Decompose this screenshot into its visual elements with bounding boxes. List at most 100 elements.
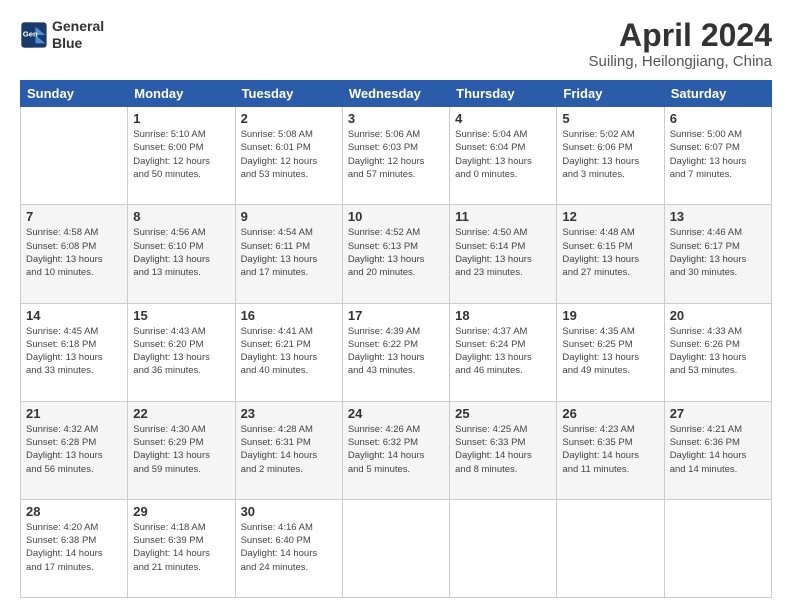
calendar-cell: 25 Sunrise: 4:25 AM Sunset: 6:33 PM Dayli… <box>450 401 557 499</box>
calendar-cell: 12Sunrise: 4:48 AM Sunset: 6:15 PM Dayli… <box>557 205 664 303</box>
day-info: Sunrise: 5:00 AM Sunset: 6:07 PM Dayligh… <box>670 128 766 181</box>
title-block: April 2024 Suiling, Heilongjiang, China <box>589 18 772 70</box>
calendar-cell: 10 Sunrise: 4:52 AM Sunset: 6:13 PM Dayli… <box>342 205 449 303</box>
day-number: 20 <box>670 308 766 323</box>
calendar-cell: 6 Sunrise: 5:00 AM Sunset: 6:07 PM Daylig… <box>664 107 771 205</box>
day-number: 30 <box>241 504 337 519</box>
calendar-day-header: Friday <box>557 81 664 107</box>
day-number: 5 <box>562 111 658 126</box>
day-info: Sunrise: 4:18 AM Sunset: 6:39 PM Dayligh… <box>133 521 229 574</box>
day-info: Sunrise: 4:20 AM Sunset: 6:38 PM Dayligh… <box>26 521 122 574</box>
calendar-cell <box>342 499 449 597</box>
day-info: Sunrise: 4:16 AM Sunset: 6:40 PM Dayligh… <box>241 521 337 574</box>
day-info: Sunrise: 4:30 AM Sunset: 6:29 PM Dayligh… <box>133 423 229 476</box>
calendar-cell: 27 Sunrise: 4:21 AM Sunset: 6:36 PM Dayli… <box>664 401 771 499</box>
day-number: 29 <box>133 504 229 519</box>
day-info: Sunrise: 4:56 AM Sunset: 6:10 PM Dayligh… <box>133 226 229 279</box>
day-info: Sunrise: 4:33 AM Sunset: 6:26 PM Dayligh… <box>670 325 766 378</box>
day-number: 19 <box>562 308 658 323</box>
day-number: 2 <box>241 111 337 126</box>
day-info: Sunrise: 4:32 AM Sunset: 6:28 PM Dayligh… <box>26 423 122 476</box>
logo-text: General Blue <box>52 18 104 52</box>
calendar-cell: 21 Sunrise: 4:32 AM Sunset: 6:28 PM Dayli… <box>21 401 128 499</box>
day-number: 27 <box>670 406 766 421</box>
day-number: 22 <box>133 406 229 421</box>
day-info: Sunrise: 4:26 AM Sunset: 6:32 PM Dayligh… <box>348 423 444 476</box>
day-info: Sunrise: 4:45 AM Sunset: 6:18 PM Dayligh… <box>26 325 122 378</box>
day-info: Sunrise: 4:52 AM Sunset: 6:13 PM Dayligh… <box>348 226 444 279</box>
calendar-cell: 20 Sunrise: 4:33 AM Sunset: 6:26 PM Dayli… <box>664 303 771 401</box>
day-number: 15 <box>133 308 229 323</box>
day-number: 1 <box>133 111 229 126</box>
day-info: Sunrise: 4:50 AM Sunset: 6:14 PM Dayligh… <box>455 226 551 279</box>
calendar-cell: 18 Sunrise: 4:37 AM Sunset: 6:24 PM Dayli… <box>450 303 557 401</box>
calendar-week-row: 14 Sunrise: 4:45 AM Sunset: 6:18 PM Dayli… <box>21 303 772 401</box>
day-info: Sunrise: 4:28 AM Sunset: 6:31 PM Dayligh… <box>241 423 337 476</box>
header: Gen General Blue April 2024 Suiling, Hei… <box>20 18 772 70</box>
calendar-week-row: 28 Sunrise: 4:20 AM Sunset: 6:38 PM Dayli… <box>21 499 772 597</box>
calendar-week-row: 1 Sunrise: 5:10 AM Sunset: 6:00 PM Daylig… <box>21 107 772 205</box>
day-info: Sunrise: 4:23 AM Sunset: 6:35 PM Dayligh… <box>562 423 658 476</box>
day-number: 14 <box>26 308 122 323</box>
calendar-day-header: Thursday <box>450 81 557 107</box>
calendar-cell: 22 Sunrise: 4:30 AM Sunset: 6:29 PM Dayli… <box>128 401 235 499</box>
calendar-day-header: Tuesday <box>235 81 342 107</box>
day-info: Sunrise: 4:46 AM Sunset: 6:17 PM Dayligh… <box>670 226 766 279</box>
day-number: 13 <box>670 209 766 224</box>
day-info: Sunrise: 4:25 AM Sunset: 6:33 PM Dayligh… <box>455 423 551 476</box>
day-number: 25 <box>455 406 551 421</box>
day-number: 18 <box>455 308 551 323</box>
logo-line2: Blue <box>52 35 104 52</box>
calendar-cell: 9 Sunrise: 4:54 AM Sunset: 6:11 PM Daylig… <box>235 205 342 303</box>
calendar-cell: 28 Sunrise: 4:20 AM Sunset: 6:38 PM Dayli… <box>21 499 128 597</box>
calendar-table: SundayMondayTuesdayWednesdayThursdayFrid… <box>20 80 772 598</box>
calendar-day-header: Monday <box>128 81 235 107</box>
day-number: 3 <box>348 111 444 126</box>
day-number: 28 <box>26 504 122 519</box>
day-info: Sunrise: 5:10 AM Sunset: 6:00 PM Dayligh… <box>133 128 229 181</box>
day-info: Sunrise: 5:04 AM Sunset: 6:04 PM Dayligh… <box>455 128 551 181</box>
main-title: April 2024 <box>589 18 772 53</box>
day-info: Sunrise: 4:21 AM Sunset: 6:36 PM Dayligh… <box>670 423 766 476</box>
day-info: Sunrise: 4:54 AM Sunset: 6:11 PM Dayligh… <box>241 226 337 279</box>
day-info: Sunrise: 5:02 AM Sunset: 6:06 PM Dayligh… <box>562 128 658 181</box>
day-info: Sunrise: 4:35 AM Sunset: 6:25 PM Dayligh… <box>562 325 658 378</box>
day-number: 12 <box>562 209 658 224</box>
day-number: 21 <box>26 406 122 421</box>
day-info: Sunrise: 5:08 AM Sunset: 6:01 PM Dayligh… <box>241 128 337 181</box>
day-number: 8 <box>133 209 229 224</box>
day-info: Sunrise: 5:06 AM Sunset: 6:03 PM Dayligh… <box>348 128 444 181</box>
logo-icon: Gen <box>20 21 48 49</box>
day-number: 7 <box>26 209 122 224</box>
calendar-cell: 29 Sunrise: 4:18 AM Sunset: 6:39 PM Dayli… <box>128 499 235 597</box>
day-number: 9 <box>241 209 337 224</box>
calendar-cell: 1 Sunrise: 5:10 AM Sunset: 6:00 PM Daylig… <box>128 107 235 205</box>
calendar-day-header: Saturday <box>664 81 771 107</box>
calendar-week-row: 7 Sunrise: 4:58 AM Sunset: 6:08 PM Daylig… <box>21 205 772 303</box>
calendar-day-header: Sunday <box>21 81 128 107</box>
calendar-cell <box>664 499 771 597</box>
day-info: Sunrise: 4:39 AM Sunset: 6:22 PM Dayligh… <box>348 325 444 378</box>
day-number: 6 <box>670 111 766 126</box>
calendar-cell <box>21 107 128 205</box>
calendar-cell: 7 Sunrise: 4:58 AM Sunset: 6:08 PM Daylig… <box>21 205 128 303</box>
calendar-cell: 4Sunrise: 5:04 AM Sunset: 6:04 PM Daylig… <box>450 107 557 205</box>
day-number: 16 <box>241 308 337 323</box>
logo: Gen General Blue <box>20 18 104 52</box>
calendar-cell: 17 Sunrise: 4:39 AM Sunset: 6:22 PM Dayli… <box>342 303 449 401</box>
calendar-cell <box>450 499 557 597</box>
calendar-cell: 24 Sunrise: 4:26 AM Sunset: 6:32 PM Dayli… <box>342 401 449 499</box>
day-number: 10 <box>348 209 444 224</box>
calendar-cell: 19 Sunrise: 4:35 AM Sunset: 6:25 PM Dayli… <box>557 303 664 401</box>
day-number: 24 <box>348 406 444 421</box>
day-number: 26 <box>562 406 658 421</box>
calendar-cell: 11 Sunrise: 4:50 AM Sunset: 6:14 PM Dayli… <box>450 205 557 303</box>
calendar-cell: 15 Sunrise: 4:43 AM Sunset: 6:20 PM Dayli… <box>128 303 235 401</box>
day-info: Sunrise: 4:41 AM Sunset: 6:21 PM Dayligh… <box>241 325 337 378</box>
day-info: Sunrise: 4:58 AM Sunset: 6:08 PM Dayligh… <box>26 226 122 279</box>
day-number: 11 <box>455 209 551 224</box>
day-number: 17 <box>348 308 444 323</box>
day-info: Sunrise: 4:43 AM Sunset: 6:20 PM Dayligh… <box>133 325 229 378</box>
day-info: Sunrise: 4:37 AM Sunset: 6:24 PM Dayligh… <box>455 325 551 378</box>
calendar-cell: 13 Sunrise: 4:46 AM Sunset: 6:17 PM Dayli… <box>664 205 771 303</box>
